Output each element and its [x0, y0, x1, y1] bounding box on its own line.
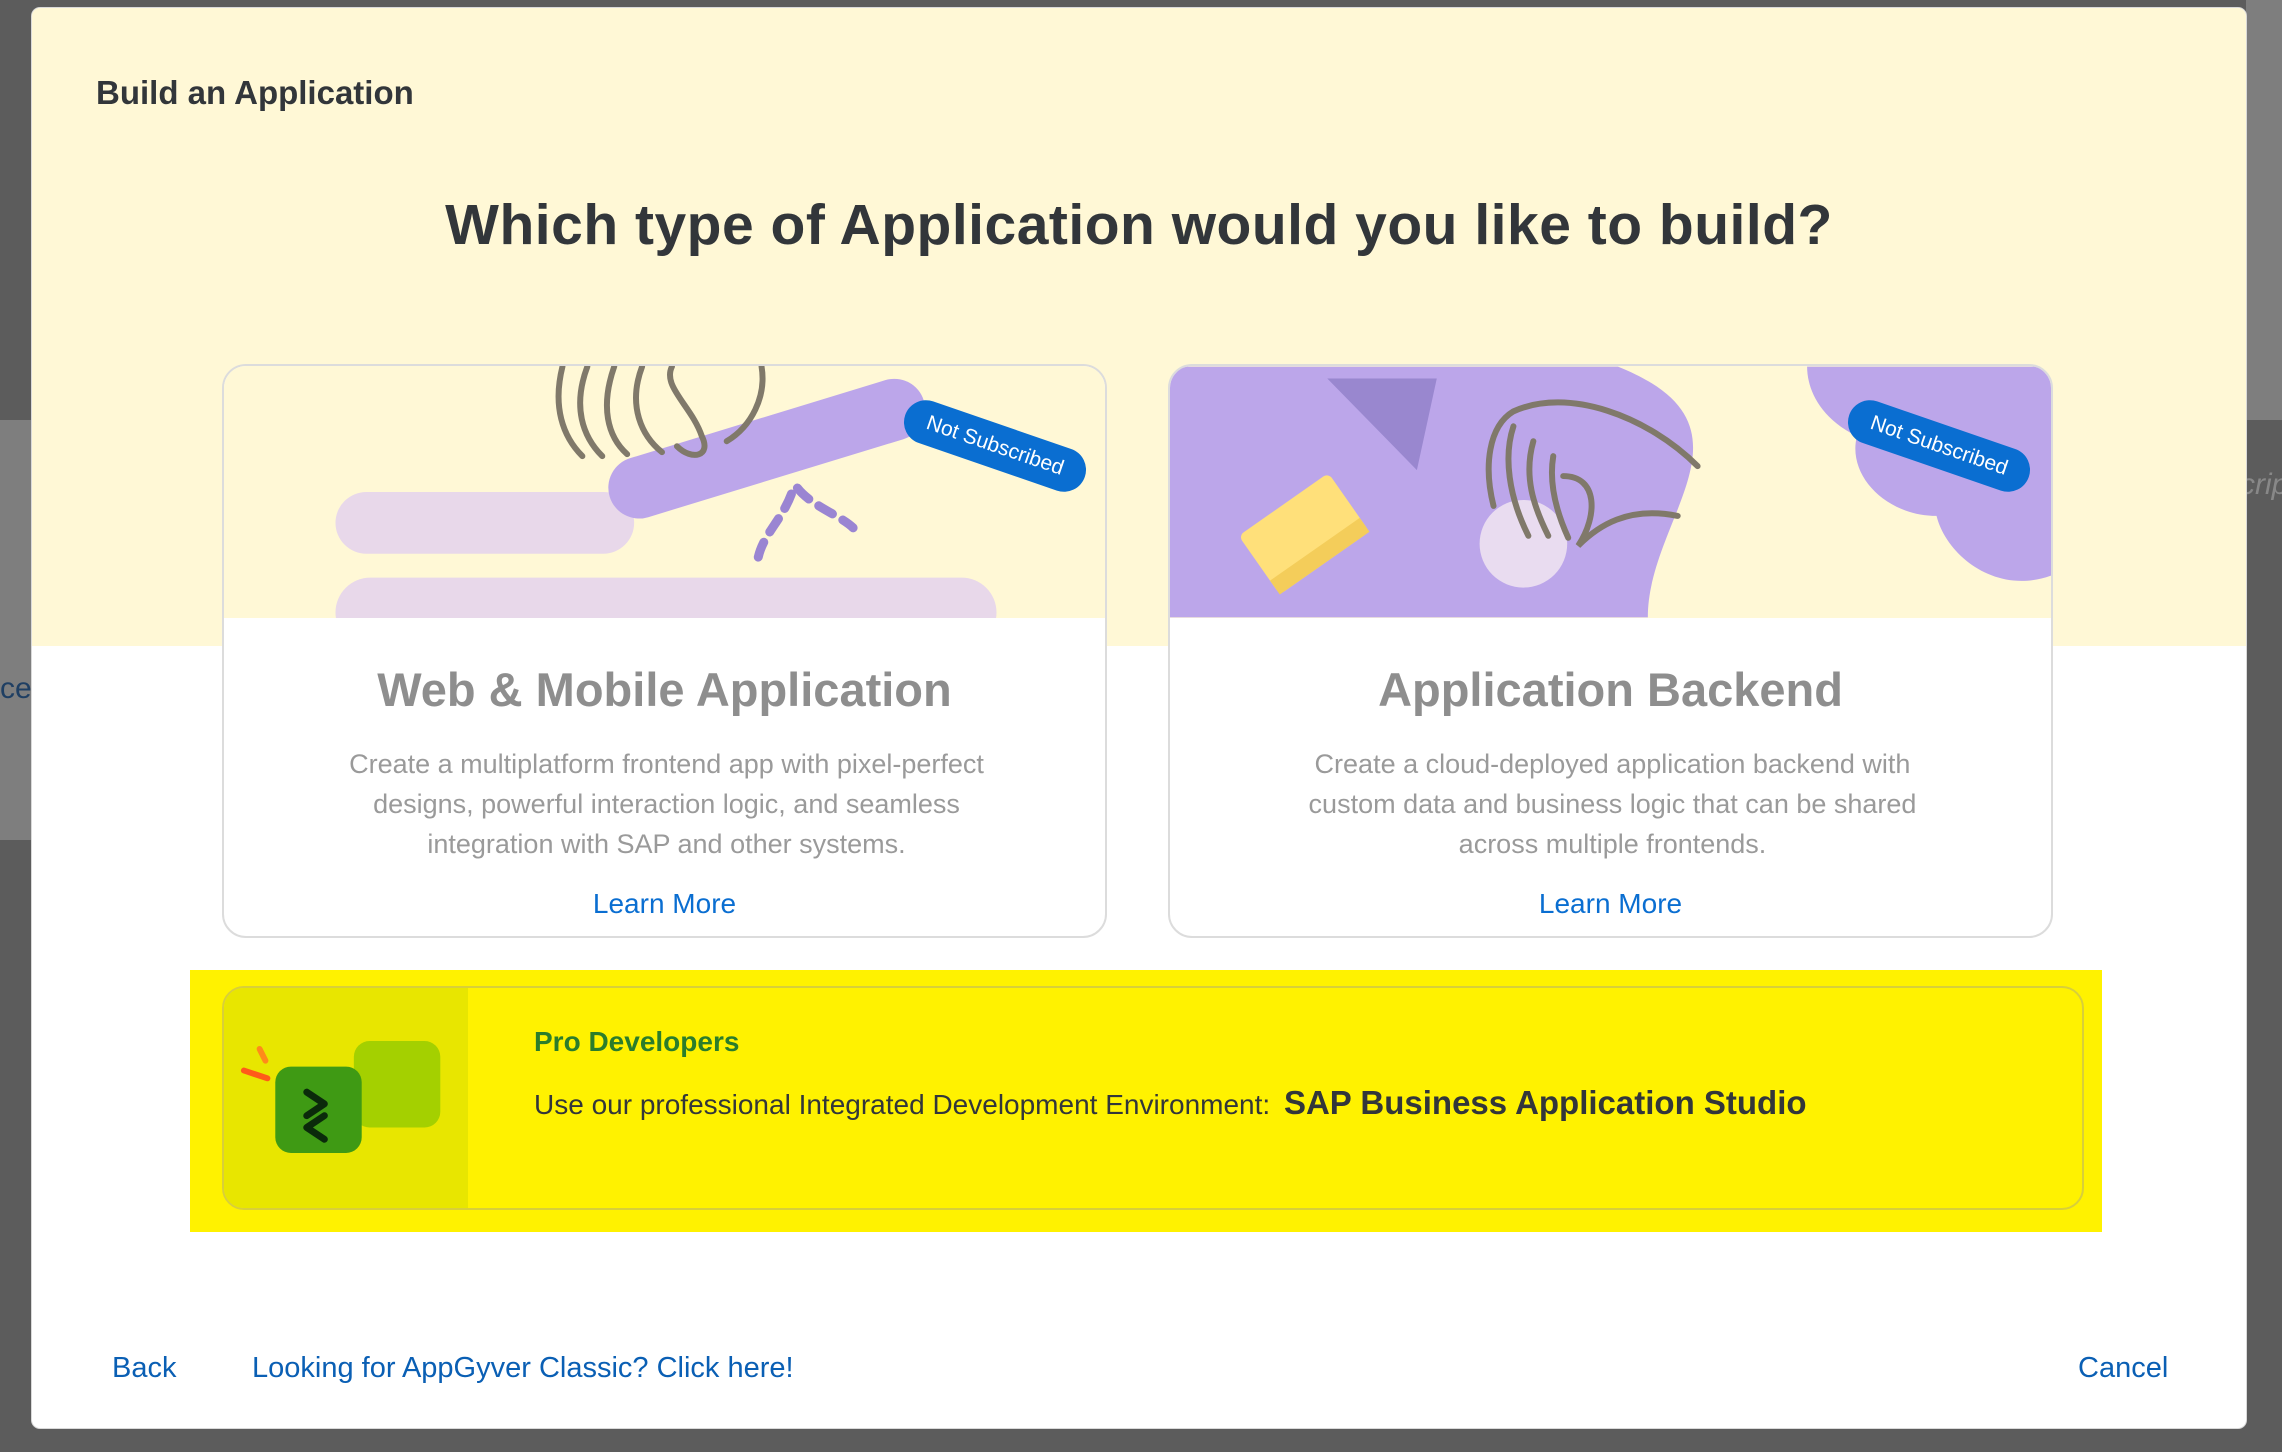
code-editor-icon — [240, 1041, 441, 1153]
background-edge-text-left: ce — [0, 672, 32, 705]
backend-illustration — [1170, 366, 2051, 618]
dialog-title: Build an Application — [96, 74, 414, 111]
background-panel-left — [0, 420, 32, 840]
cancel-button[interactable]: Cancel — [2078, 1352, 2168, 1385]
card-description: Create a cloud-deployed application back… — [1308, 749, 1917, 859]
learn-more-link[interactable]: Learn More — [224, 888, 1105, 920]
pro-developers-card[interactable]: Pro Developers Use our professional Inte… — [222, 986, 2084, 1210]
card-title: Application Backend — [1378, 663, 1843, 716]
pro-developers-title: Pro Developers — [534, 1026, 740, 1057]
business-application-studio-icon — [224, 988, 468, 1208]
background-edge-text-right: crip — [2240, 468, 2282, 501]
backend-illustration-art — [1170, 366, 2051, 618]
appgyver-classic-link[interactable]: Looking for AppGyver Classic? Click here… — [252, 1352, 794, 1385]
pro-developers-description: Use our professional Integrated Developm… — [534, 1084, 1807, 1122]
build-application-dialog: Build an Application Which type of Appli… — [32, 8, 2246, 1428]
card-description: Create a multiplatform frontend app with… — [349, 749, 984, 859]
background-panel-top-right — [2246, 0, 2282, 420]
main-question: Which type of Application would you like… — [445, 193, 1833, 257]
web-mobile-illustration-art — [335, 366, 997, 618]
back-button[interactable]: Back — [112, 1352, 176, 1385]
application-backend-card[interactable]: Not Subscribed Application Backend Creat… — [1168, 364, 2053, 938]
web-mobile-application-card[interactable]: Not Subscribed Web & Mobile Application … — [222, 364, 1107, 938]
card-title: Web & Mobile Application — [377, 663, 952, 716]
learn-more-link[interactable]: Learn More — [1170, 888, 2051, 920]
web-mobile-illustration — [224, 366, 1105, 618]
pro-developers-description-text: Use our professional Integrated Developm… — [534, 1089, 1271, 1120]
sap-business-application-studio-label[interactable]: SAP Business Application Studio — [1284, 1084, 1807, 1121]
